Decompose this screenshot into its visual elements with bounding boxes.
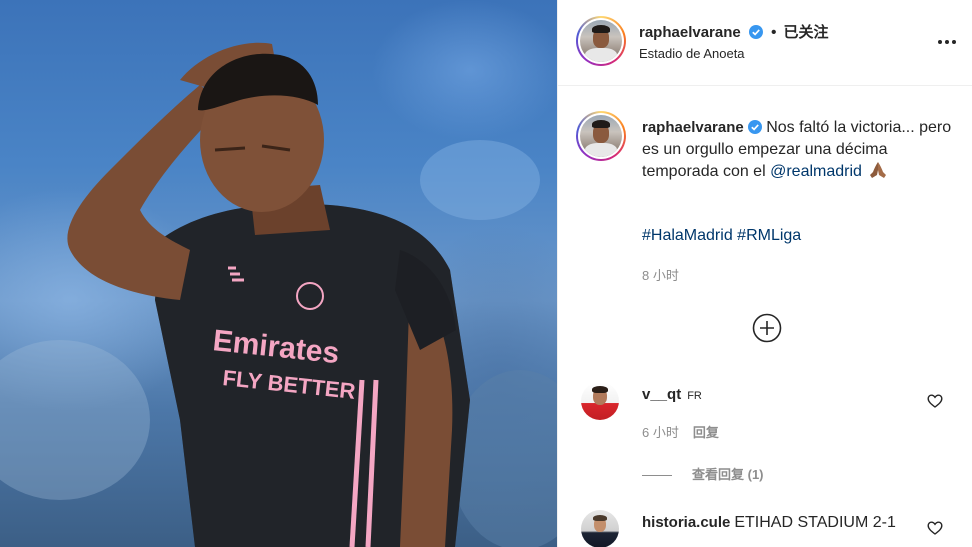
author-avatar[interactable] bbox=[576, 16, 626, 66]
like-heart-icon[interactable] bbox=[927, 520, 943, 536]
player-illustration: Emirates FLY BETTER bbox=[0, 42, 557, 547]
plus-circle-icon[interactable] bbox=[752, 313, 782, 343]
header-user-line: raphaelvarane • 已关注 bbox=[639, 21, 829, 42]
commenter-username[interactable]: v__qt bbox=[642, 386, 681, 403]
follow-status-button[interactable]: 已关注 bbox=[784, 24, 829, 41]
comment-text: ETIHAD STADIUM 2-1 bbox=[734, 514, 896, 531]
replies-divider bbox=[642, 475, 672, 477]
caption-hashtags: #HalaMadrid #RMLiga bbox=[642, 225, 801, 247]
caption-timestamp: 8 小时 bbox=[642, 268, 679, 283]
caption-text: raphaelvarane Nos faltó la victoria... p… bbox=[642, 117, 952, 183]
commenter-username[interactable]: historia.cule bbox=[642, 514, 730, 531]
hashtag-link[interactable]: #RMLiga bbox=[737, 227, 801, 244]
more-options-icon[interactable] bbox=[935, 30, 959, 54]
comment-line: historia.cule ETIHAD STADIUM 2-1 bbox=[642, 513, 922, 533]
view-replies-button[interactable]: 查看回复 (1) bbox=[642, 464, 764, 483]
post-location[interactable]: Estadio de Anoeta bbox=[639, 46, 745, 61]
separator-dot: • bbox=[771, 24, 777, 41]
post-header: raphaelvarane • 已关注 Estadio de Anoeta bbox=[558, 0, 972, 86]
mention-link[interactable]: @realmadrid bbox=[770, 163, 862, 180]
comment-flag-text: FR bbox=[687, 390, 702, 402]
view-replies-label: 查看回复 (1) bbox=[692, 467, 764, 482]
comment-timestamp: 6 小时 bbox=[642, 425, 679, 440]
post-photo[interactable]: Emirates FLY BETTER bbox=[0, 0, 557, 547]
caption-username[interactable]: raphaelvarane bbox=[642, 119, 744, 136]
post-side-panel: raphaelvarane • 已关注 Estadio de Anoeta ra… bbox=[557, 0, 972, 547]
commenter-avatar[interactable] bbox=[581, 382, 619, 420]
folded-hands-icon bbox=[869, 162, 886, 178]
hashtag-link[interactable]: #HalaMadrid bbox=[642, 227, 733, 244]
caption-avatar[interactable] bbox=[576, 111, 626, 161]
verified-badge-icon bbox=[747, 120, 762, 134]
author-username[interactable]: raphaelvarane bbox=[639, 24, 741, 41]
verified-badge-icon bbox=[748, 25, 763, 39]
commenter-avatar[interactable] bbox=[581, 510, 619, 547]
comment-meta: 6 小时 回复 bbox=[642, 422, 719, 441]
comment-line: v__qt FR bbox=[642, 386, 706, 404]
like-heart-icon[interactable] bbox=[927, 393, 943, 409]
reply-button[interactable]: 回复 bbox=[693, 425, 719, 440]
